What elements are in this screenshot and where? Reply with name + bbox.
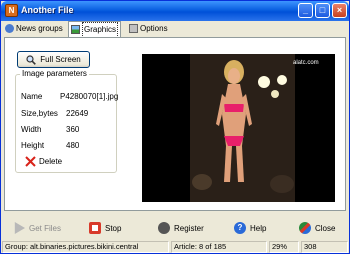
minimize-button[interactable]: _: [298, 3, 313, 18]
window-title: Another File: [21, 5, 74, 15]
magnifier-icon: [26, 54, 37, 65]
get-files-label: Get Files: [29, 223, 62, 233]
tab-label: News groups: [16, 23, 63, 33]
tab-news-groups[interactable]: News groups: [3, 21, 65, 36]
image-preview[interactable]: alatc.com: [142, 54, 335, 202]
main-window: N Another File _ □ × News groups Graphic…: [0, 0, 350, 254]
tab-options[interactable]: Options: [127, 21, 170, 36]
help-label: Help: [250, 223, 267, 233]
close-app-icon: [299, 222, 311, 234]
full-screen-label: Full Screen: [40, 55, 81, 64]
register-label: Register: [174, 223, 204, 233]
delete-label: Delete: [39, 156, 63, 166]
status-article: Article: 8 of 185: [171, 241, 267, 253]
stop-icon: [89, 222, 101, 234]
width-label: Width: [21, 125, 42, 134]
help-button[interactable]: ? Help: [234, 218, 266, 238]
status-group: Group: alt.binaries.pictures.bikini.cent…: [2, 241, 169, 253]
options-icon: [129, 24, 138, 33]
bikini-photo: [142, 54, 335, 202]
height-label: Height: [21, 141, 45, 150]
stop-label: Stop: [105, 223, 122, 233]
newsgroups-icon: [5, 24, 14, 33]
help-icon: ?: [234, 222, 246, 234]
width-value: 360: [66, 125, 80, 134]
stop-button[interactable]: Stop: [89, 218, 121, 238]
get-files-button[interactable]: Get Files: [13, 218, 61, 238]
tab-strip: News groups Graphics Options: [1, 21, 349, 38]
close-label: Close: [315, 223, 336, 233]
tab-label: Options: [140, 23, 168, 33]
status-bar: Group: alt.binaries.pictures.bikini.cent…: [2, 241, 348, 253]
register-button[interactable]: Register: [158, 218, 204, 238]
app-icon: N: [5, 4, 18, 17]
group-title: Image parameters: [20, 69, 89, 78]
delete-button[interactable]: Delete: [25, 154, 62, 168]
size-label: Size,bytes: [21, 109, 58, 118]
name-value: P4280070[1].jpg: [60, 92, 119, 101]
tab-graphics[interactable]: Graphics: [68, 21, 122, 38]
delete-x-icon: [25, 155, 36, 167]
height-value: 480: [66, 141, 80, 150]
maximize-button[interactable]: □: [315, 3, 330, 18]
name-label: Name: [21, 92, 43, 101]
status-count: 308: [301, 241, 348, 253]
title-bar[interactable]: N Another File _ □ ×: [1, 1, 349, 21]
status-percent: 29%: [269, 241, 299, 253]
full-screen-button[interactable]: Full Screen: [17, 51, 90, 68]
close-window-button[interactable]: ×: [332, 3, 347, 18]
tab-label: Graphics: [82, 21, 119, 38]
play-icon: [14, 222, 25, 234]
size-value: 22649: [66, 109, 89, 118]
register-icon: [158, 222, 170, 234]
picture-icon: [71, 25, 80, 34]
close-button[interactable]: Close: [299, 218, 335, 238]
photo-watermark: alatc.com: [293, 60, 319, 66]
